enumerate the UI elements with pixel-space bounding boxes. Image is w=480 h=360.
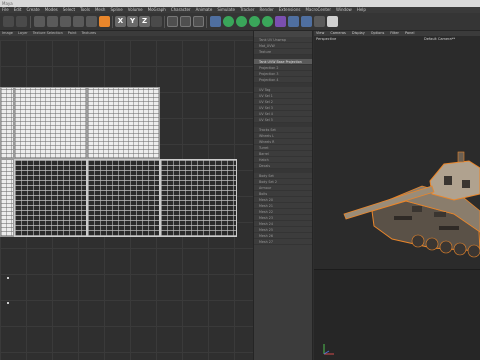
x-axis-icon[interactable]: X xyxy=(115,16,126,27)
uv-island[interactable] xyxy=(14,159,87,237)
add-object-icon[interactable] xyxy=(99,16,110,27)
uv-point xyxy=(7,277,9,279)
coordinate-system-icon[interactable] xyxy=(151,16,162,27)
move-tool-icon[interactable] xyxy=(47,16,58,27)
spline-icon[interactable] xyxy=(275,16,286,27)
app-window: Maya File Edit Create Modes Select Tools… xyxy=(0,0,480,360)
toolbar-separator xyxy=(112,16,113,28)
redo-icon[interactable] xyxy=(16,16,27,27)
undo-icon[interactable] xyxy=(3,16,14,27)
cube-icon[interactable] xyxy=(210,16,221,27)
render-region-icon[interactable] xyxy=(167,16,178,27)
uv-island[interactable] xyxy=(0,87,14,159)
toolbar-separator xyxy=(164,16,165,28)
list-item[interactable]: Mesh 27 xyxy=(254,239,312,245)
generator-icon[interactable] xyxy=(236,16,247,27)
uv-island[interactable] xyxy=(87,159,160,237)
render-view-icon[interactable] xyxy=(180,16,191,27)
camera-icon[interactable] xyxy=(314,16,325,27)
texture-list-panel: Tank UV Unwrap Mat_UVW Texture Tank UVW … xyxy=(253,31,313,360)
deformer-icon[interactable] xyxy=(262,16,273,27)
mograph-icon[interactable] xyxy=(249,16,260,27)
scene-icon[interactable] xyxy=(288,16,299,27)
live-selection-icon[interactable] xyxy=(86,16,97,27)
render-settings-icon[interactable] xyxy=(193,16,204,27)
scale-tool-icon[interactable] xyxy=(60,16,71,27)
viewport-ground-area xyxy=(314,269,480,360)
rotate-tool-icon[interactable] xyxy=(73,16,84,27)
title-bar: Maya xyxy=(0,0,480,7)
toolbar-separator xyxy=(206,16,207,28)
uv-island[interactable] xyxy=(0,159,14,237)
axis-gizmo-icon xyxy=(323,344,334,355)
uv-point xyxy=(7,302,9,304)
tank-turret xyxy=(429,151,480,201)
subdivision-icon[interactable] xyxy=(223,16,234,27)
tank-model[interactable] xyxy=(314,36,480,269)
window-title: Maya xyxy=(2,1,13,6)
grid-icon[interactable] xyxy=(301,16,312,27)
y-axis-icon[interactable]: Y xyxy=(127,16,138,27)
uv-editor-canvas[interactable] xyxy=(0,40,253,360)
uv-island[interactable] xyxy=(160,159,237,237)
uv-island[interactable] xyxy=(14,87,87,159)
select-tool-icon[interactable] xyxy=(34,16,45,27)
z-axis-icon[interactable]: Z xyxy=(139,16,150,27)
3d-viewport[interactable]: Perspective Default Camera** xyxy=(314,36,480,360)
light-icon[interactable] xyxy=(327,16,338,27)
uv-island[interactable] xyxy=(87,87,160,159)
main-toolbar: X Y Z xyxy=(0,13,480,31)
toolbar-separator xyxy=(30,16,31,28)
